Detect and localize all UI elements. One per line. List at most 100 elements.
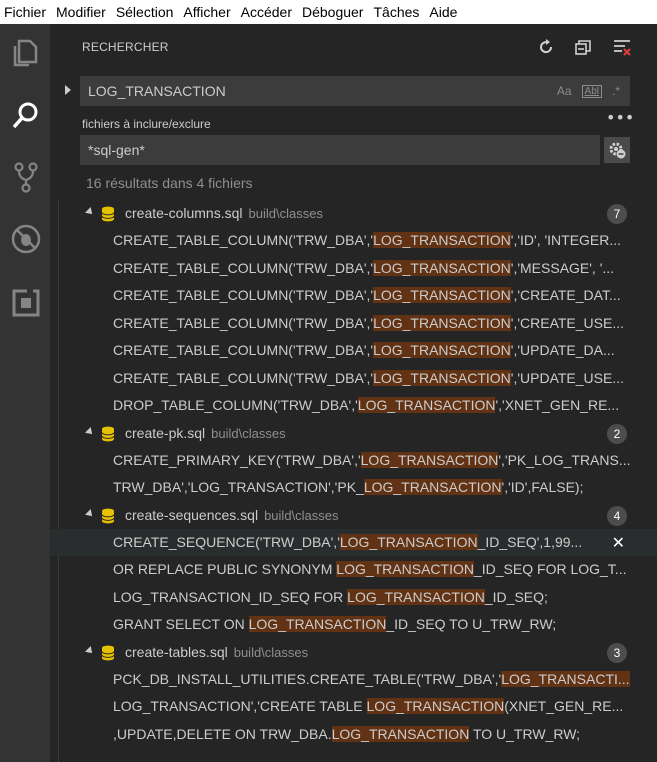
match-suffix: ','PK_LOG_TRANS... — [498, 451, 631, 468]
match-row[interactable]: OR REPLACE PUBLIC SYNONYM LOG_TRANSACTIO… — [50, 556, 657, 584]
source-control-icon[interactable] — [9, 160, 43, 194]
match-prefix: LOG_TRANSACTION','CREATE TABLE — [113, 698, 367, 714]
match-row[interactable]: GRANT SELECT ON LOG_TRANSACTION_ID_SEQ T… — [50, 611, 657, 639]
file-name-label: create-pk.sql build\classes — [125, 425, 286, 441]
match-row[interactable]: CREATE_PRIMARY_KEY('TRW_DBA','LOG_TRANSA… — [50, 447, 657, 475]
match-highlight: LOG_TRANSACTION — [373, 369, 511, 386]
database-file-icon — [101, 508, 115, 528]
match-highlight: LOG_TRANSACTION — [373, 232, 511, 248]
file-group-row[interactable]: create-tables.sql build\classes 3 — [50, 639, 657, 666]
match-highlight: LOG_TRANSACTION — [336, 561, 474, 577]
clear-results-icon[interactable] — [611, 36, 633, 58]
include-input[interactable]: *sql-gen* — [80, 135, 600, 165]
match-text: CREATE_PRIMARY_KEY('TRW_DBA','LOG_TRANSA… — [113, 451, 645, 468]
extensions-icon[interactable] — [9, 286, 43, 320]
file-group-row[interactable]: create-pk.sql build\classes 2 — [50, 420, 657, 447]
file-directory: build\classes — [211, 425, 286, 441]
match-text: LOG_TRANSACTION_ID_SEQ FOR LOG_TRANSACTI… — [113, 588, 645, 605]
match-text: CREATE_TABLE_COLUMN('TRW_DBA','LOG_TRANS… — [113, 259, 645, 276]
expanded-twisty-icon[interactable] — [85, 508, 95, 519]
file-group-row[interactable]: create-columns.sql build\classes 7 — [50, 200, 657, 227]
panel-title: RECHERCHER — [82, 40, 169, 54]
match-highlight: LOG_TRANSACTION — [373, 314, 511, 331]
menu-item-3[interactable]: Afficher — [179, 0, 236, 24]
match-prefix: OR REPLACE PUBLIC SYNONYM — [113, 561, 337, 577]
match-row[interactable]: CREATE_SEQUENCE('TRW_DBA','LOG_TRANSACTI… — [50, 528, 657, 556]
match-highlight: LOG_TRANSACTION — [347, 588, 485, 605]
expanded-twisty-icon[interactable] — [85, 645, 95, 656]
match-row[interactable]: CREATE_TABLE_COLUMN('TRW_DBA','LOG_TRANS… — [50, 255, 657, 283]
match-prefix: TRW_DBA','LOG_TRANSACTION','PK_ — [113, 479, 364, 495]
menu-item-0[interactable]: Fichier — [0, 0, 52, 24]
match-text: TRW_DBA','LOG_TRANSACTION','PK_LOG_TRANS… — [113, 479, 645, 495]
match-text: CREATE_TABLE_COLUMN('TRW_DBA','LOG_TRANS… — [113, 369, 645, 386]
search-panel: RECHERCHER LOG_TRANSACTION Aa Abl .* fic… — [50, 24, 657, 762]
match-text: CREATE_SEQUENCE('TRW_DBA','LOG_TRANSACTI… — [113, 533, 645, 550]
file-name: create-sequences.sql — [125, 506, 259, 523]
dismiss-result-icon[interactable]: ✕ — [612, 533, 625, 552]
match-suffix: ','UPDATE_DA... — [510, 342, 615, 358]
match-suffix: TO U_TRW_RW; — [469, 725, 581, 742]
match-suffix: ','CREATE_DAT... — [510, 287, 621, 303]
activity-bar — [0, 24, 50, 762]
menu-item-6[interactable]: Tâches — [369, 0, 425, 24]
debug-icon[interactable] — [9, 222, 43, 256]
match-highlight: LOG_TRANSACTION — [363, 479, 502, 495]
menu-item-1[interactable]: Modifier — [52, 0, 112, 24]
match-prefix: CREATE_SEQUENCE('TRW_DBA',' — [113, 533, 340, 550]
match-suffix: ','ID', 'INTEGER... — [510, 232, 622, 248]
match-row[interactable]: CREATE_TABLE_COLUMN('TRW_DBA','LOG_TRANS… — [50, 365, 657, 393]
match-count-badge: 2 — [607, 423, 627, 444]
match-prefix: CREATE_TABLE_COLUMN('TRW_DBA',' — [113, 342, 374, 358]
search-input[interactable]: LOG_TRANSACTION Aa Abl .* — [80, 76, 630, 106]
match-row[interactable]: CREATE_TABLE_COLUMN('TRW_DBA','LOG_TRANS… — [50, 282, 657, 310]
match-row[interactable]: DROP_TABLE_COLUMN('TRW_DBA','LOG_TRANSAC… — [50, 392, 657, 420]
file-group-row[interactable]: create-sequences.sql build\classes 4 — [50, 502, 657, 529]
match-text: CREATE_TABLE_COLUMN('TRW_DBA','LOG_TRANS… — [113, 232, 645, 248]
match-prefix: LOG_TRANSACTION_ID_SEQ FOR — [113, 588, 348, 605]
match-row[interactable]: ,UPDATE,DELETE ON TRW_DBA.LOG_TRANSACTIO… — [50, 721, 657, 749]
expanded-twisty-icon[interactable] — [85, 426, 95, 437]
match-row[interactable]: CREATE_TABLE_COLUMN('TRW_DBA','LOG_TRANS… — [50, 227, 657, 255]
match-suffix: ','UPDATE_USE... — [510, 369, 625, 386]
match-highlight: LOG_TRANSACTION — [339, 533, 478, 550]
match-text: CREATE_TABLE_COLUMN('TRW_DBA','LOG_TRANS… — [113, 287, 645, 303]
match-row[interactable]: TRW_DBA','LOG_TRANSACTION','PK_LOG_TRANS… — [50, 474, 657, 502]
match-suffix: (XNET_GEN_RE... — [504, 698, 624, 714]
match-row[interactable]: PCK_DB_INSTALL_UTILITIES.CREATE_TABLE('T… — [50, 666, 657, 694]
database-file-icon — [101, 206, 115, 226]
collapse-all-icon[interactable] — [573, 36, 595, 58]
search-icon[interactable] — [9, 98, 43, 132]
match-text: GRANT SELECT ON LOG_TRANSACTION_ID_SEQ T… — [113, 616, 645, 632]
match-suffix: ','XNET_GEN_RE... — [495, 397, 620, 413]
match-whole-word-toggle[interactable]: Abl — [581, 84, 602, 98]
match-row[interactable]: CREATE_TABLE_COLUMN('TRW_DBA','LOG_TRANS… — [50, 337, 657, 365]
expanded-twisty-icon[interactable] — [85, 207, 95, 217]
use-exclude-settings-icon[interactable] — [604, 137, 630, 163]
match-count-badge: 3 — [607, 642, 627, 663]
file-name-label: create-columns.sql build\classes — [125, 205, 323, 221]
match-prefix: CREATE_TABLE_COLUMN('TRW_DBA',' — [113, 369, 374, 386]
file-directory: build\classes — [264, 507, 339, 523]
match-suffix: ','CREATE_USE... — [510, 314, 625, 331]
match-highlight: LOG_TRANSACTION — [373, 259, 511, 276]
match-prefix: CREATE_PRIMARY_KEY('TRW_DBA',' — [113, 451, 361, 468]
match-case-toggle[interactable]: Aa — [557, 84, 572, 98]
menu-item-7[interactable]: Aide — [425, 0, 463, 24]
menu-item-5[interactable]: Déboguer — [298, 0, 370, 24]
match-highlight: LOG_TRANSACTION — [373, 287, 511, 303]
toggle-replace-icon[interactable] — [64, 84, 74, 98]
file-name-label: create-sequences.sql build\classes — [125, 507, 339, 523]
match-row[interactable]: LOG_TRANSACTION_ID_SEQ FOR LOG_TRANSACTI… — [50, 584, 657, 612]
match-row[interactable]: CREATE_TABLE_COLUMN('TRW_DBA','LOG_TRANS… — [50, 310, 657, 338]
menu-item-4[interactable]: Accéder — [237, 0, 298, 24]
file-name-label: create-tables.sql build\classes — [125, 644, 308, 660]
use-regex-toggle[interactable]: .* — [612, 84, 620, 98]
explorer-icon[interactable] — [9, 36, 43, 70]
menu-item-2[interactable]: Sélection — [112, 0, 180, 24]
match-row[interactable]: LOG_TRANSACTION','CREATE TABLE LOG_TRANS… — [50, 693, 657, 721]
more-options-icon[interactable]: ••• — [606, 108, 634, 127]
match-highlight: LOG_TRANSACTI... — [501, 670, 630, 687]
match-text: CREATE_TABLE_COLUMN('TRW_DBA','LOG_TRANS… — [113, 342, 645, 358]
refresh-icon[interactable] — [535, 36, 557, 58]
